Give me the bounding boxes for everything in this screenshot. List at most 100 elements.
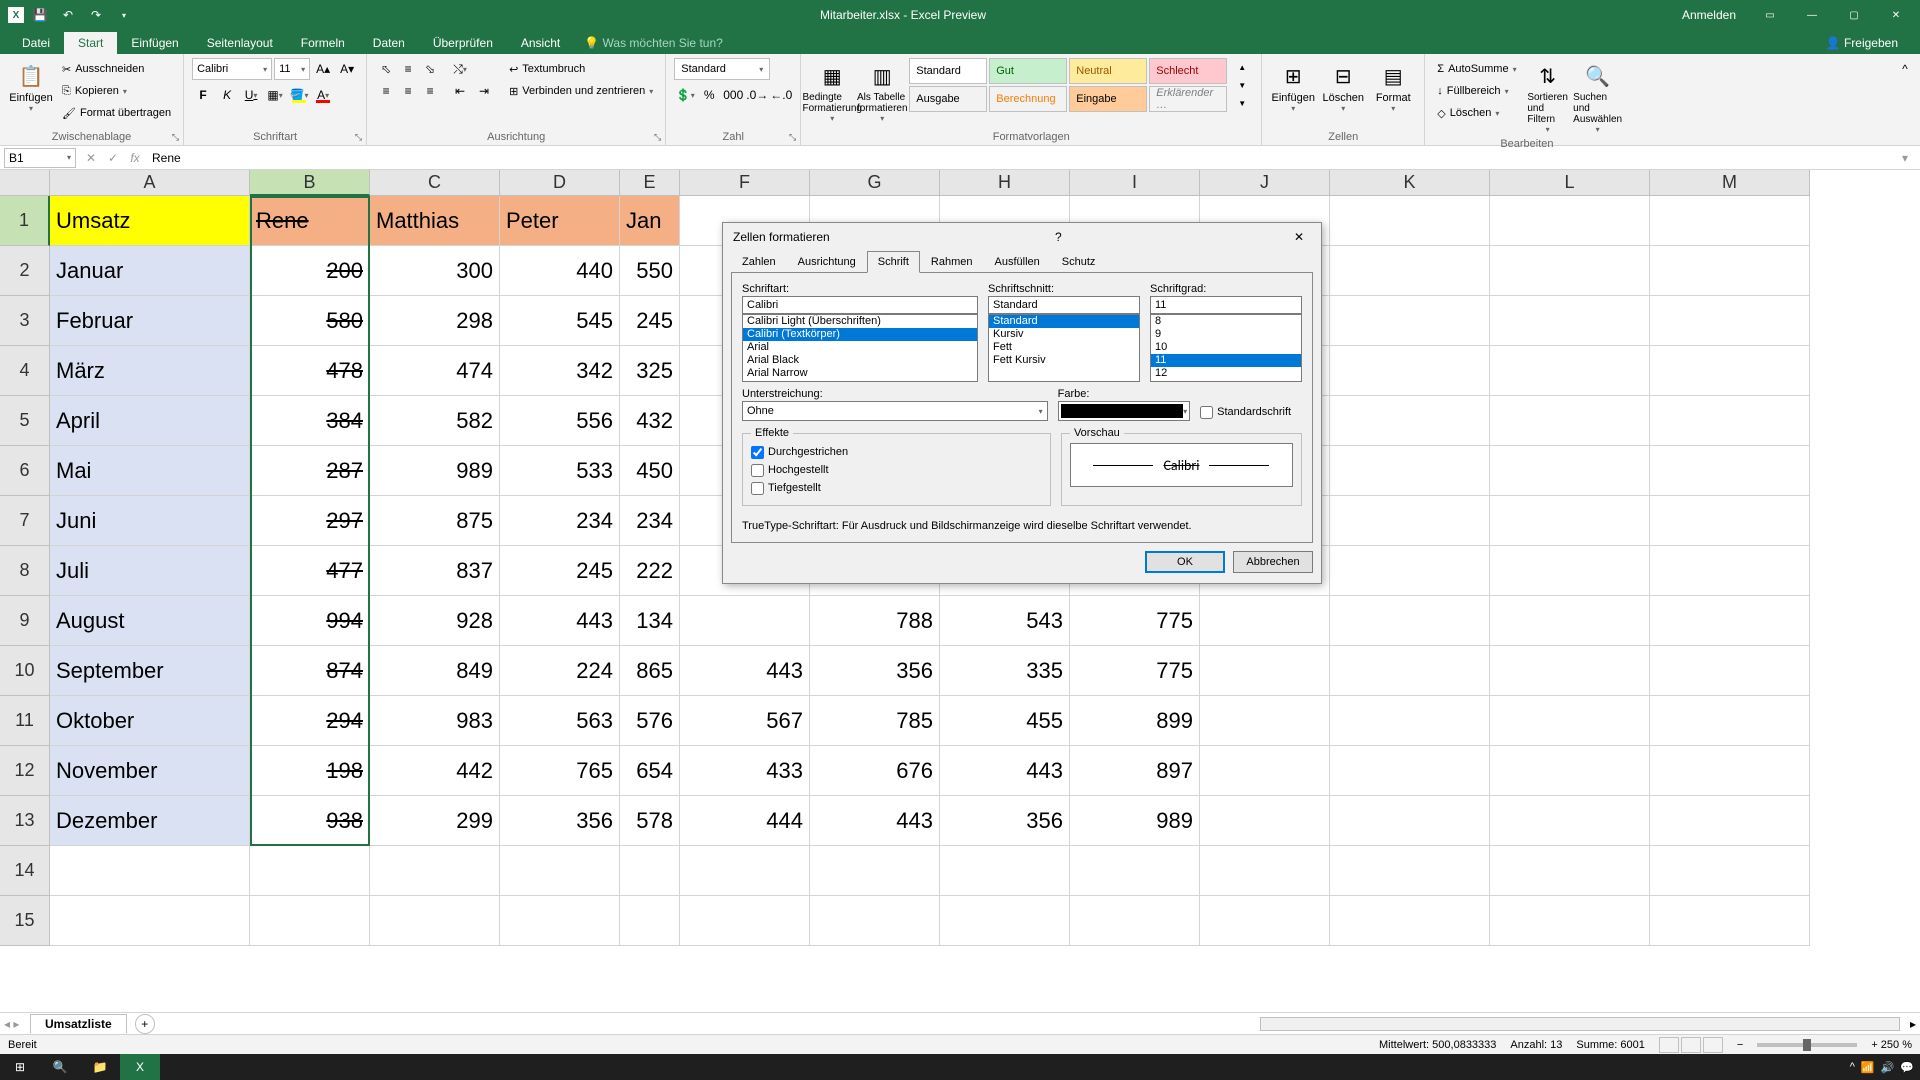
cell[interactable]: 342 [500,346,620,396]
cell[interactable] [810,846,940,896]
cell[interactable]: 440 [500,246,620,296]
farbe-combo[interactable]: ▾ [1058,401,1190,421]
cell[interactable]: 785 [810,696,940,746]
format-painter-button[interactable]: 🖌Format übertragen [58,102,175,124]
tab-start[interactable]: Start [64,32,117,54]
cell[interactable] [1070,896,1200,946]
cell[interactable] [1650,596,1810,646]
cell[interactable]: 545 [500,296,620,346]
style-ausgabe[interactable]: Ausgabe [909,86,987,112]
cell[interactable] [1490,546,1650,596]
cell[interactable] [1490,596,1650,646]
cell[interactable]: 444 [680,796,810,846]
cell[interactable] [1490,796,1650,846]
cell[interactable] [1070,846,1200,896]
cell[interactable] [1650,296,1810,346]
cell[interactable] [250,846,370,896]
cell[interactable] [1330,196,1490,246]
cell[interactable]: 335 [940,646,1070,696]
cell[interactable]: 443 [680,646,810,696]
cell[interactable] [1650,346,1810,396]
cancel-formula-button[interactable]: ✕ [80,148,102,168]
cell[interactable]: 788 [810,596,940,646]
cell[interactable]: 477 [250,546,370,596]
tiefgestellt-checkbox[interactable]: Tiefgestellt [751,479,1042,497]
sort-filter-button[interactable]: ⇅Sortieren und Filtern▾ [1525,58,1571,136]
select-all-corner[interactable] [0,170,50,196]
indent-decrease-button[interactable]: ⇤ [449,80,471,102]
cell[interactable] [1490,846,1650,896]
redo-button[interactable]: ↷ [84,3,108,27]
align-top-button[interactable]: ⬁ [375,58,397,80]
cell[interactable] [1490,696,1650,746]
cell[interactable] [250,896,370,946]
launcher-icon[interactable]: ⤡ [172,132,179,143]
cell[interactable] [1650,696,1810,746]
tab-ueberpruefen[interactable]: Überprüfen [419,32,507,54]
grad-list[interactable]: 8910111214 [1150,314,1302,382]
dtab-schrift[interactable]: Schrift [867,251,920,273]
list-item[interactable]: Standard [989,315,1139,328]
cell[interactable] [1330,696,1490,746]
unter-combo[interactable]: Ohne▾ [742,401,1048,421]
list-item[interactable]: 11 [1151,354,1301,367]
grow-font-button[interactable]: A▴ [312,58,334,80]
row-header-3[interactable]: 3 [0,296,50,346]
cell[interactable]: 578 [620,796,680,846]
col-header-E[interactable]: E [620,170,680,196]
row-header-12[interactable]: 12 [0,746,50,796]
zoom-level[interactable]: + 250 % [1871,1039,1912,1051]
cell[interactable] [620,846,680,896]
find-select-button[interactable]: 🔍Suchen und Auswählen▾ [1575,58,1621,136]
orientation-button[interactable]: ⤭▾ [449,58,471,80]
cell[interactable]: 433 [680,746,810,796]
cell[interactable]: 224 [500,646,620,696]
launcher-icon[interactable]: ⤡ [355,132,362,143]
cell[interactable] [1330,796,1490,846]
percent-button[interactable]: % [698,84,720,106]
tray-up-icon[interactable]: ^ [1850,1061,1855,1074]
cell[interactable]: 983 [370,696,500,746]
currency-button[interactable]: 💲▾ [674,84,696,106]
row-header-6[interactable]: 6 [0,446,50,496]
cell[interactable] [1490,396,1650,446]
border-button[interactable]: ▦▾ [264,84,286,106]
cell[interactable]: 443 [500,596,620,646]
taskbar-explorer[interactable]: 📁 [80,1054,120,1080]
thousands-button[interactable]: 000 [722,84,744,106]
cell[interactable] [1650,496,1810,546]
dtab-rahmen[interactable]: Rahmen [920,251,984,273]
cell[interactable]: Juli [50,546,250,596]
cell[interactable] [370,896,500,946]
cancel-button[interactable]: Abbrechen [1233,551,1313,573]
ribbon-options-icon[interactable]: ▭ [1750,0,1790,30]
cell[interactable]: November [50,746,250,796]
style-berechnung[interactable]: Berechnung [989,86,1067,112]
col-header-F[interactable]: F [680,170,810,196]
cell[interactable]: 928 [370,596,500,646]
cell[interactable]: 897 [1070,746,1200,796]
cell[interactable] [1200,596,1330,646]
cell[interactable]: 450 [620,446,680,496]
scroll-right-button[interactable]: ▸ [1910,1017,1916,1031]
row-header-5[interactable]: 5 [0,396,50,446]
dtab-ausrichtung[interactable]: Ausrichtung [787,251,867,273]
cell[interactable]: 198 [250,746,370,796]
italic-button[interactable]: K [216,84,238,106]
align-left-button[interactable]: ≡ [375,80,397,102]
format-as-table-button[interactable]: ▥Als Tabelle formatieren▾ [859,58,905,125]
align-right-button[interactable]: ≡ [419,80,441,102]
zoom-slider[interactable] [1757,1043,1857,1047]
cell[interactable] [1650,896,1810,946]
cell[interactable] [1330,546,1490,596]
cell[interactable] [1330,246,1490,296]
cell[interactable]: 765 [500,746,620,796]
list-item[interactable]: Fett [989,341,1139,354]
cell[interactable]: Umsatz [50,196,250,246]
cell[interactable] [1330,596,1490,646]
cell[interactable]: 550 [620,246,680,296]
list-item[interactable]: 10 [1151,341,1301,354]
bold-button[interactable]: F [192,84,214,106]
conditional-formatting-button[interactable]: ▦Bedingte Formatierung▾ [809,58,855,125]
tellme-search[interactable]: 💡 Was möchten Sie tun? [574,32,733,54]
